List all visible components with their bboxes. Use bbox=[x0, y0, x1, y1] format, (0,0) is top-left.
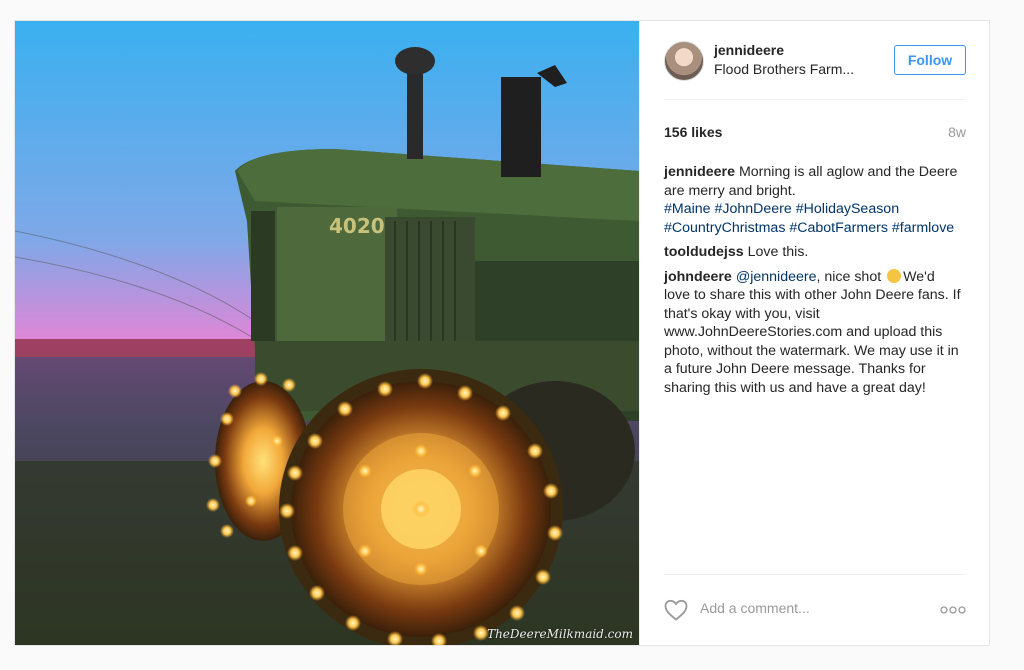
photo-watermark: TheDeereMilkmaid.com bbox=[487, 627, 633, 641]
tractor-model-number: 4020 bbox=[329, 214, 385, 238]
hashtag[interactable]: #HolidaySeason bbox=[796, 201, 899, 217]
post-side-panel: jennideere Flood Brothers Farm... Follow… bbox=[639, 21, 989, 645]
comment-author[interactable]: johndeere bbox=[664, 269, 732, 285]
hashtag[interactable]: #farmlove bbox=[892, 220, 954, 236]
heart-icon[interactable] bbox=[664, 599, 688, 621]
comment-text: Love this. bbox=[747, 244, 809, 260]
post-header: jennideere Flood Brothers Farm... Follow bbox=[664, 39, 966, 100]
add-comment-input[interactable] bbox=[700, 597, 920, 619]
comment-mention[interactable]: @jennideere bbox=[736, 269, 817, 285]
comment-author[interactable]: tooldudejss bbox=[664, 244, 744, 260]
follow-button[interactable]: Follow bbox=[894, 45, 966, 75]
likes-row: 156 likes 8w bbox=[664, 124, 966, 144]
more-options-icon[interactable] bbox=[940, 605, 966, 615]
comment-text: We'd love to share this with other John … bbox=[664, 268, 961, 396]
hashtag[interactable]: #CountryChristmas bbox=[664, 220, 785, 236]
post-footer bbox=[664, 574, 966, 633]
hashtag[interactable]: #Maine bbox=[664, 201, 711, 217]
comment-item: tooldudejss Love this. bbox=[664, 243, 964, 262]
hashtag[interactable]: #JohnDeere bbox=[715, 201, 792, 217]
comment-item: johndeere @jennideere, nice shot We'd lov… bbox=[664, 268, 964, 398]
post-age[interactable]: 8w bbox=[948, 124, 966, 140]
tractor-photo: 4020 bbox=[15, 21, 639, 645]
caption: jennideere Morning is all aglow and the D… bbox=[664, 163, 964, 237]
hashtag[interactable]: #CabotFarmers bbox=[789, 220, 888, 236]
caption-author[interactable]: jennideere bbox=[664, 164, 735, 180]
post-username[interactable]: jennideere bbox=[714, 42, 784, 58]
ok-hand-emoji-icon bbox=[887, 268, 902, 283]
avatar[interactable] bbox=[664, 41, 704, 81]
instagram-post: 4020 TheDeereMilkmaid.com jennideere Flo… bbox=[14, 20, 990, 646]
post-location[interactable]: Flood Brothers Farm... bbox=[714, 61, 854, 77]
likes-count[interactable]: 156 likes bbox=[664, 124, 722, 140]
post-photo[interactable]: 4020 TheDeereMilkmaid.com bbox=[15, 21, 639, 645]
comments-list: jennideere Morning is all aglow and the D… bbox=[664, 163, 964, 403]
comment-text: , nice shot bbox=[816, 268, 882, 285]
